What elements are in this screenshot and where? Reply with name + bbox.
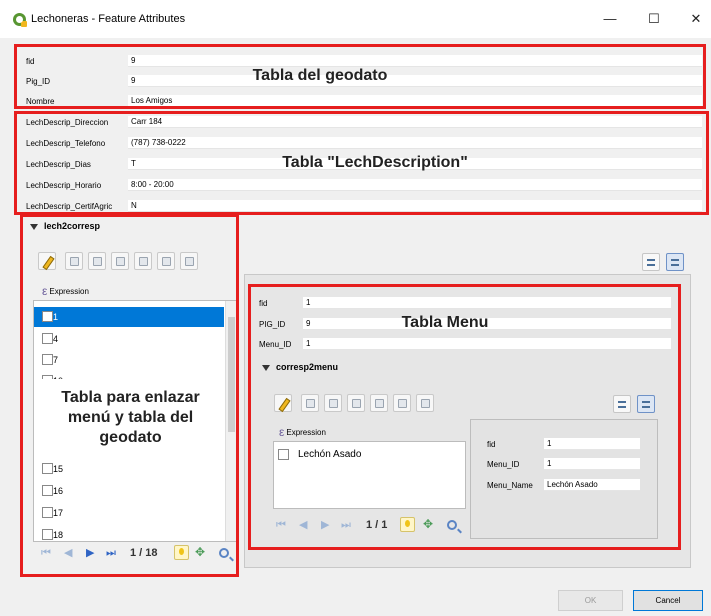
annotation-label-link-table: Tabla para enlazar menú y tabla del geod…: [61, 389, 200, 446]
window-title: Lechoneras - Feature Attributes: [31, 13, 186, 25]
table-view-toggle[interactable]: [666, 253, 684, 271]
title-bar: Lechoneras - Feature Attributes — ☐ ✕: [0, 0, 711, 38]
cancel-button[interactable]: Cancel: [633, 590, 703, 611]
ok-button[interactable]: OK: [558, 590, 623, 611]
form-view-icon: [647, 259, 655, 261]
annotation-label-lechdescription: Tabla "LechDescription": [282, 154, 468, 171]
form-view-toggle[interactable]: [642, 253, 660, 271]
form-view-icon-line: [647, 264, 655, 266]
table-view-icon-line: [671, 264, 679, 266]
maximize-button[interactable]: ☐: [644, 9, 664, 29]
annotation-label-menu: Tabla Menu: [401, 314, 489, 331]
table-view-icon: [671, 259, 679, 261]
minimize-button[interactable]: —: [600, 9, 620, 29]
annotation-label-geodato: Tabla del geodato: [252, 67, 388, 84]
qgis-icon: [13, 13, 27, 27]
close-button[interactable]: ✕: [686, 9, 706, 29]
